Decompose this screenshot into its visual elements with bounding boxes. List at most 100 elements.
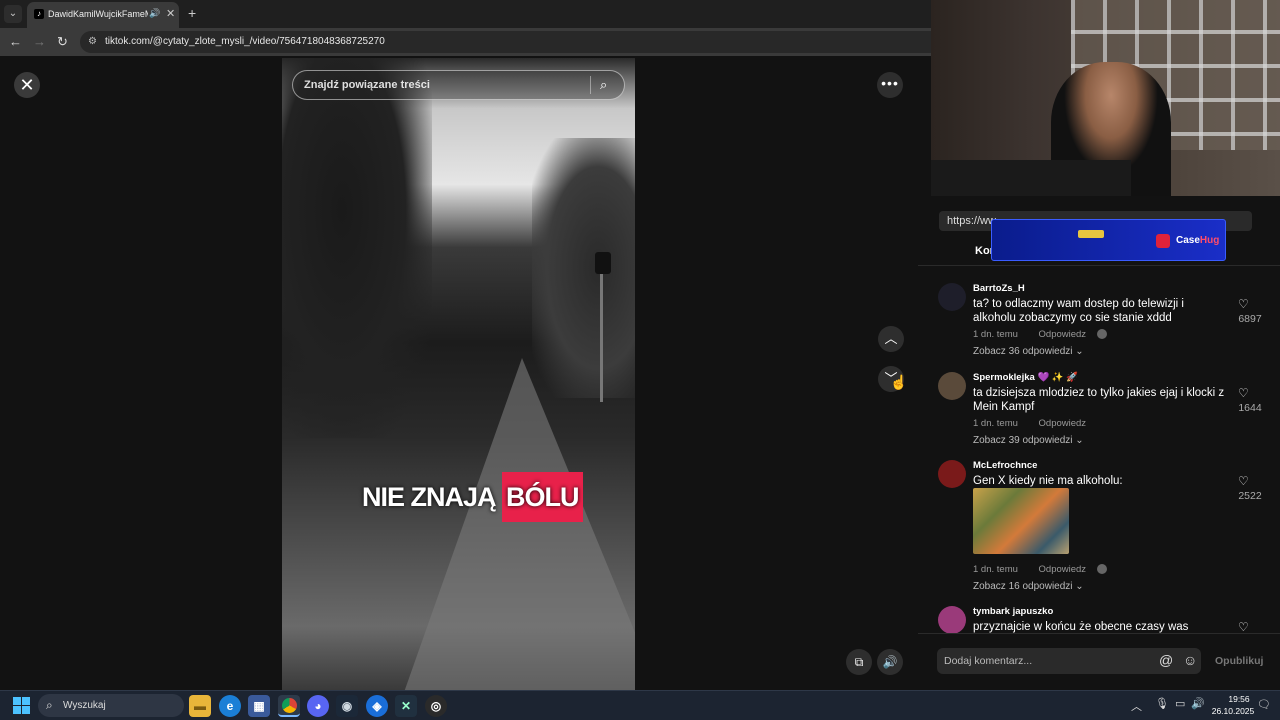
back-icon[interactable]: ← — [9, 34, 22, 50]
view-replies-button[interactable]: Zobacz 36 odpowiedzi ⌄ — [973, 346, 1084, 357]
windows-start-icon[interactable] — [13, 697, 30, 714]
comment-username[interactable]: McLefrochnce — [973, 460, 1037, 471]
banner-brand-hug: Hug — [1199, 235, 1220, 246]
avatar[interactable] — [938, 460, 966, 488]
reply-button[interactable]: Odpowiedz — [1039, 418, 1087, 429]
comment-gif-image[interactable] — [973, 488, 1069, 554]
tab-close-icon[interactable]: ✕ — [166, 7, 175, 20]
avatar[interactable] — [938, 283, 966, 311]
caption-highlight: BÓLU — [502, 472, 583, 522]
reload-icon[interactable]: ↻ — [57, 34, 68, 50]
comment-placeholder: Dodaj komentarz... — [944, 655, 1033, 667]
search-icon[interactable]: ⌕ — [600, 77, 607, 93]
store-icon[interactable]: ▦ — [248, 695, 270, 717]
search-divider — [590, 76, 591, 94]
creator-liked-avatar — [1096, 329, 1107, 340]
site-info-icon[interactable]: ⚙ — [88, 36, 97, 47]
app-x-icon[interactable]: ✕ — [395, 695, 417, 717]
browser-tab-bar: ⌄ ♪ DawidKamilWujcikFameMMA 🔊 ✕ + — [0, 0, 931, 28]
like-count: 2522 — [1238, 490, 1262, 502]
url-text: tiktok.com/@cytaty_zlote_mysli_/video/75… — [105, 36, 385, 47]
comment-username[interactable]: Spermoklejka 💜 ✨ 🚀 — [973, 372, 1078, 383]
comment-time: 1 dn. temu — [973, 418, 1018, 429]
comment-text: ta? to odlaczmy wam dostep do telewizji … — [973, 298, 1184, 324]
discord-icon[interactable]: ◕ — [307, 695, 329, 717]
comment-meta: 1 dn. temu Odpowiedz — [973, 418, 1086, 429]
forward-icon[interactable]: → — [33, 34, 46, 50]
file-explorer-icon[interactable]: ▬ — [189, 695, 211, 717]
video-viewer: ✕ Znajdź powiązane treści ⌕ NIE ZNAJĄ BÓ… — [0, 56, 918, 690]
taskbar-search-placeholder: Wyszukaj — [63, 700, 106, 711]
view-replies-button[interactable]: Zobacz 39 odpowiedzi ⌄ — [973, 435, 1084, 446]
publish-button[interactable]: Opublikuj — [1215, 655, 1263, 667]
avatar[interactable] — [938, 372, 966, 400]
comment-input-area: Dodaj komentarz... @ ☺ Opublikuj — [918, 633, 1280, 690]
comment-meta: 1 dn. temu Odpowiedz — [973, 329, 1107, 340]
browser-tab[interactable]: ♪ DawidKamilWujcikFameMMA 🔊 ✕ — [27, 2, 179, 28]
creator-liked-avatar — [1096, 564, 1107, 575]
start-tile — [22, 706, 30, 714]
reply-button[interactable]: Odpowiedz — [1039, 564, 1087, 575]
video-frame-lamp-post — [600, 252, 603, 402]
video-frame-lamp-head — [595, 252, 611, 274]
view-replies-label: Zobacz 16 odpowiedzi — [973, 581, 1073, 592]
tab-search-icon[interactable]: ⌄ — [4, 5, 22, 23]
like-heart-icon[interactable]: ♡ — [1238, 386, 1249, 400]
start-tile — [22, 697, 30, 705]
comment-username-text: Spermoklejka — [973, 372, 1035, 383]
reply-button[interactable]: Odpowiedz — [1039, 329, 1087, 340]
close-video-button[interactable]: ✕ — [14, 72, 40, 98]
like-count: 1644 — [1238, 402, 1262, 414]
video-player[interactable]: Znajdź powiązane treści ⌕ NIE ZNAJĄ BÓLU — [282, 58, 635, 690]
mention-icon[interactable]: @ — [1159, 652, 1173, 668]
obs-icon[interactable]: ◎ — [425, 695, 447, 717]
edge-icon[interactable]: e — [219, 695, 241, 717]
comments-list[interactable]: BarrtoZs_H ta? to odlaczmy wam dostep do… — [918, 265, 1280, 633]
url-field[interactable]: ⚙ tiktok.com/@cytaty_zlote_mysli_/video/… — [80, 31, 931, 53]
tab-title: DawidKamilWujcikFameMMA — [48, 9, 148, 19]
sponsor-banner: CaseHug — [991, 219, 1226, 261]
like-heart-icon[interactable]: ♡ — [1238, 474, 1249, 488]
view-replies-label: Zobacz 39 odpowiedzi — [973, 435, 1073, 446]
volume-icon[interactable]: 🔊 — [877, 649, 903, 675]
comment-username[interactable]: BarrtoZs_H — [973, 283, 1025, 294]
webcam-desk — [931, 160, 1131, 196]
video-caption: NIE ZNAJĄ BÓLU — [362, 472, 583, 522]
speaker-icon[interactable]: 🔊 — [1191, 697, 1205, 710]
show-hidden-icons-icon[interactable]: ︿ — [1131, 698, 1142, 714]
comment-text: przyznajcie w końcu że obecne czasy was … — [973, 621, 1189, 633]
emoji-icon[interactable]: ☺ — [1183, 652, 1197, 668]
mouse-cursor-icon: ☝ — [890, 374, 908, 390]
view-replies-button[interactable]: Zobacz 16 odpowiedzi ⌄ — [973, 581, 1084, 592]
comment-meta: 1 dn. temu Odpowiedz — [973, 564, 1107, 575]
microphone-icon[interactable]: 🎙 — [1155, 697, 1169, 710]
steam-icon[interactable]: ◉ — [336, 695, 358, 717]
chrome-icon[interactable] — [278, 695, 300, 717]
search-icon: ⌕ — [46, 698, 53, 712]
like-heart-icon[interactable]: ♡ — [1238, 620, 1249, 633]
app-blue-icon[interactable]: ◈ — [366, 695, 388, 717]
previous-video-button[interactable]: ︿ — [878, 326, 904, 352]
more-options-button[interactable]: ••• — [877, 72, 903, 98]
windows-taskbar: ⌕ Wyszukaj ▬ e ▦ ◕ ◉ ◈ ✕ ◎ ︿ 🎙 ▭ 🔊 19:56… — [0, 690, 1280, 720]
like-count: 6897 — [1238, 313, 1262, 325]
audio-playing-icon[interactable]: 🔊 — [149, 8, 160, 19]
start-tile — [13, 697, 21, 705]
notifications-icon[interactable]: 🗨 — [1257, 698, 1271, 711]
comment-input[interactable]: Dodaj komentarz... @ ☺ — [937, 648, 1201, 674]
banner-gold-bar — [1078, 230, 1104, 238]
related-search-field[interactable]: Znajdź powiązane treści ⌕ — [292, 70, 625, 100]
new-tab-icon[interactable]: + — [188, 5, 196, 21]
clock-date[interactable]: 26.10.2025 — [1208, 706, 1258, 716]
taskbar-search[interactable]: ⌕ Wyszukaj — [38, 694, 184, 717]
comment-time: 1 dn. temu — [973, 329, 1018, 340]
floating-player-icon[interactable]: ⧉ — [846, 649, 872, 675]
banner-brand-case: Case — [1176, 235, 1200, 246]
view-replies-label: Zobacz 36 odpowiedzi — [973, 346, 1073, 357]
avatar[interactable] — [938, 606, 966, 633]
like-heart-icon[interactable]: ♡ — [1238, 297, 1249, 311]
webcam-overlay — [931, 0, 1280, 196]
network-icon[interactable]: ▭ — [1175, 697, 1185, 710]
comment-username[interactable]: tymbark japuszko — [973, 606, 1053, 617]
tiktok-favicon-icon: ♪ — [34, 9, 44, 19]
